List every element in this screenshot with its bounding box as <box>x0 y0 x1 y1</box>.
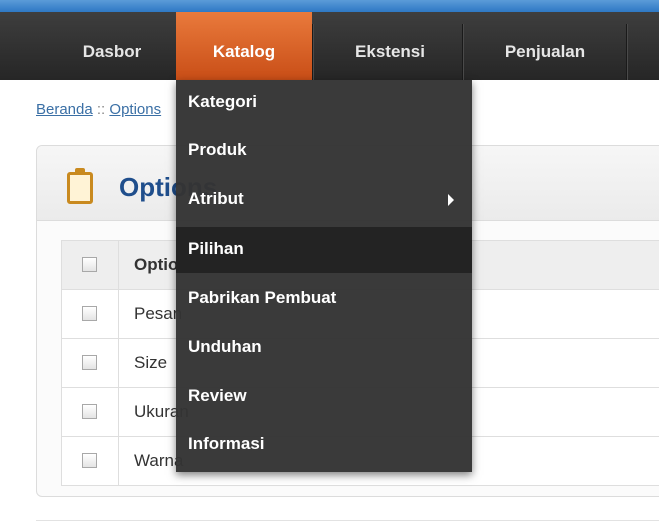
menu-item-label: Unduhan <box>188 337 262 356</box>
column-divider <box>118 241 119 289</box>
nav-ekstensi[interactable]: Ekstensi <box>320 12 460 80</box>
clipboard-icon <box>67 168 93 204</box>
menu-item-atribut[interactable]: Atribut <box>176 177 472 223</box>
option-name-cell: Size <box>134 353 168 372</box>
row-checkbox[interactable] <box>82 404 97 419</box>
menu-item-produk[interactable]: Produk <box>176 128 472 174</box>
column-divider <box>118 339 119 387</box>
breadcrumb-home-link[interactable]: Beranda <box>36 101 93 118</box>
column-divider <box>118 437 119 485</box>
column-divider <box>118 290 119 338</box>
menu-item-unduhan[interactable]: Unduhan <box>176 325 472 371</box>
top-accent-bar <box>0 0 659 12</box>
column-divider <box>118 388 119 436</box>
row-checkbox[interactable] <box>82 355 97 370</box>
divider <box>36 520 659 521</box>
menu-item-label: Atribut <box>188 189 244 208</box>
menu-item-label: Kategori <box>188 92 257 111</box>
menu-item-informasi[interactable]: Informasi <box>176 422 472 468</box>
menu-item-label: Review <box>188 386 247 405</box>
menu-item-label: Produk <box>188 140 247 159</box>
menu-item-label: Informasi <box>188 434 265 453</box>
katalog-dropdown-menu: Kategori Produk Atribut Pilihan Pabrikan… <box>176 80 472 472</box>
breadcrumb-separator: :: <box>96 101 106 118</box>
menu-item-review[interactable]: Review <box>176 374 472 420</box>
menu-item-label: Pilihan <box>188 239 244 258</box>
menu-item-pabrikan-pembuat[interactable]: Pabrikan Pembuat <box>176 276 472 322</box>
nav-dasbor[interactable]: Dasbor <box>50 12 174 80</box>
row-checkbox[interactable] <box>82 306 97 321</box>
option-name-cell: Pesan <box>134 304 183 323</box>
row-checkbox[interactable] <box>82 453 97 468</box>
nav-penjualan[interactable]: Penjualan <box>470 12 620 80</box>
nav-divider <box>626 24 628 80</box>
nav-katalog[interactable]: Katalog <box>176 12 312 80</box>
menu-item-label: Pabrikan Pembuat <box>188 288 337 307</box>
nav-divider <box>462 24 464 80</box>
menu-item-pilihan[interactable]: Pilihan <box>176 227 472 273</box>
nav-divider <box>312 24 314 80</box>
menu-item-kategori[interactable]: Kategori <box>176 80 472 126</box>
main-navbar: Dasbor Katalog Ekstensi Penjualan <box>0 12 659 80</box>
breadcrumb-current-link[interactable]: Options <box>109 101 161 118</box>
breadcrumb: Beranda :: Options <box>36 101 161 118</box>
select-all-checkbox[interactable] <box>82 257 97 272</box>
submenu-arrow-icon <box>448 194 454 206</box>
